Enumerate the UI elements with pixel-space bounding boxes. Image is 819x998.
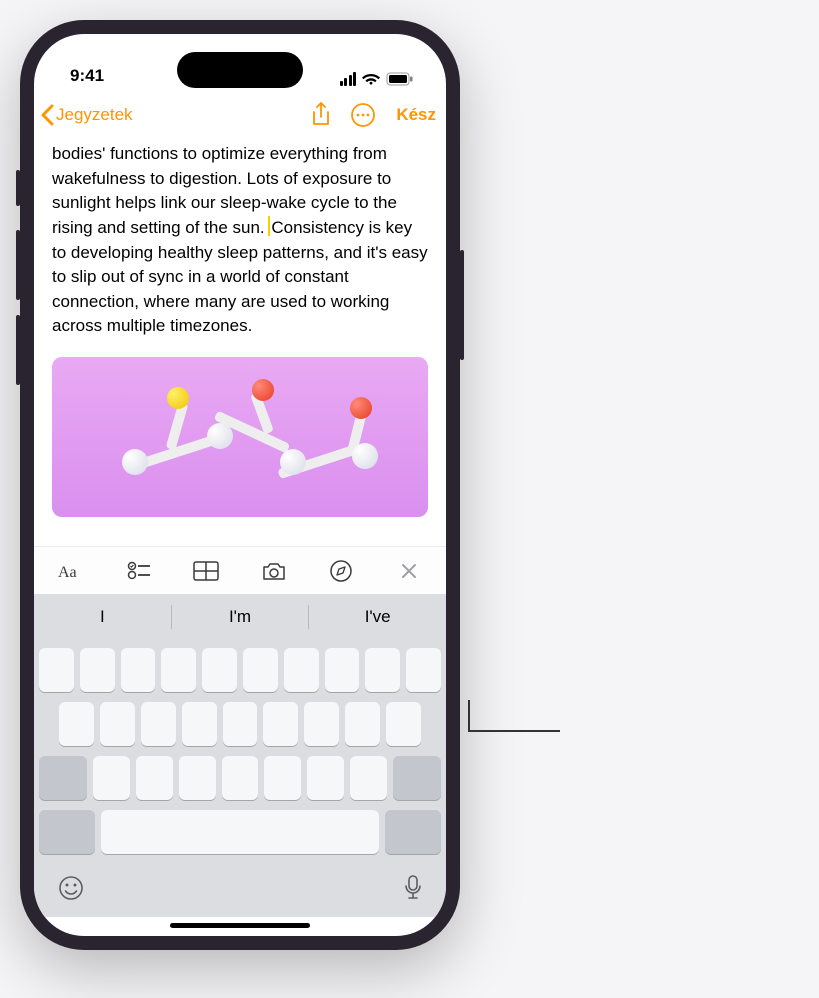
close-toolbar-button[interactable]	[394, 562, 424, 580]
emoji-key[interactable]	[57, 874, 85, 907]
blank-key[interactable]	[263, 702, 298, 746]
text-style-button[interactable]: Aa	[56, 561, 86, 581]
blank-key[interactable]	[121, 648, 156, 692]
blank-key[interactable]	[39, 648, 74, 692]
blank-key[interactable]	[59, 702, 94, 746]
nav-bar: Jegyzetek Kész	[34, 92, 446, 138]
cellular-signal-icon	[340, 72, 357, 86]
status-time: 9:41	[70, 66, 104, 86]
blank-key[interactable]	[100, 702, 135, 746]
camera-button[interactable]	[259, 561, 289, 581]
more-button[interactable]	[350, 102, 376, 128]
note-attached-image[interactable]	[52, 357, 428, 517]
wifi-icon	[362, 72, 380, 86]
blank-key[interactable]	[386, 702, 421, 746]
format-toolbar: Aa	[34, 546, 446, 594]
done-button[interactable]: Kész	[396, 105, 436, 125]
blank-key[interactable]	[136, 756, 173, 800]
blank-key[interactable]	[141, 702, 176, 746]
volume-down-button[interactable]	[16, 315, 20, 385]
space-key[interactable]	[101, 810, 380, 854]
shift-key[interactable]	[39, 756, 87, 800]
blank-key[interactable]	[304, 702, 339, 746]
blank-key[interactable]	[406, 648, 441, 692]
volume-up-button[interactable]	[16, 230, 20, 300]
blank-key[interactable]	[307, 756, 344, 800]
suggestion-3[interactable]: I've	[309, 607, 446, 627]
note-body[interactable]: bodies' functions to optimize everything…	[34, 138, 446, 546]
blank-key[interactable]	[365, 648, 400, 692]
blank-key[interactable]	[350, 756, 387, 800]
blank-key[interactable]	[243, 648, 278, 692]
markup-button[interactable]	[326, 560, 356, 582]
blank-key[interactable]	[179, 756, 216, 800]
blank-key[interactable]	[264, 756, 301, 800]
share-button[interactable]	[308, 102, 334, 128]
dynamic-island	[177, 52, 303, 88]
blank-key[interactable]	[325, 648, 360, 692]
blank-key[interactable]	[222, 756, 259, 800]
blank-key[interactable]	[161, 648, 196, 692]
blank-key[interactable]	[80, 648, 115, 692]
silence-switch[interactable]	[16, 170, 20, 206]
home-indicator[interactable]	[170, 923, 310, 928]
power-button[interactable]	[460, 250, 464, 360]
blank-key[interactable]	[182, 702, 217, 746]
svg-text:Aa: Aa	[58, 564, 77, 581]
checklist-button[interactable]	[124, 561, 154, 581]
keyboard-trackpad-mode[interactable]	[34, 640, 446, 917]
battery-icon	[386, 72, 414, 86]
blank-key[interactable]	[223, 702, 258, 746]
blank-key[interactable]	[284, 648, 319, 692]
blank-key[interactable]	[345, 702, 380, 746]
suggestion-2[interactable]: I'm	[172, 607, 309, 627]
phone-frame: 9:41 Jegyzetek	[20, 20, 460, 950]
suggestion-1[interactable]: I	[34, 607, 171, 627]
annotation-callout-line	[470, 730, 560, 732]
back-label: Jegyzetek	[56, 105, 133, 125]
keyboard-suggestions: I I'm I've	[34, 594, 446, 640]
table-button[interactable]	[191, 561, 221, 581]
backspace-key[interactable]	[393, 756, 441, 800]
numbers-key[interactable]	[39, 810, 95, 854]
blank-key[interactable]	[93, 756, 130, 800]
return-key[interactable]	[385, 810, 441, 854]
dictation-key[interactable]	[403, 874, 423, 907]
back-button[interactable]: Jegyzetek	[40, 104, 304, 126]
blank-key[interactable]	[202, 648, 237, 692]
